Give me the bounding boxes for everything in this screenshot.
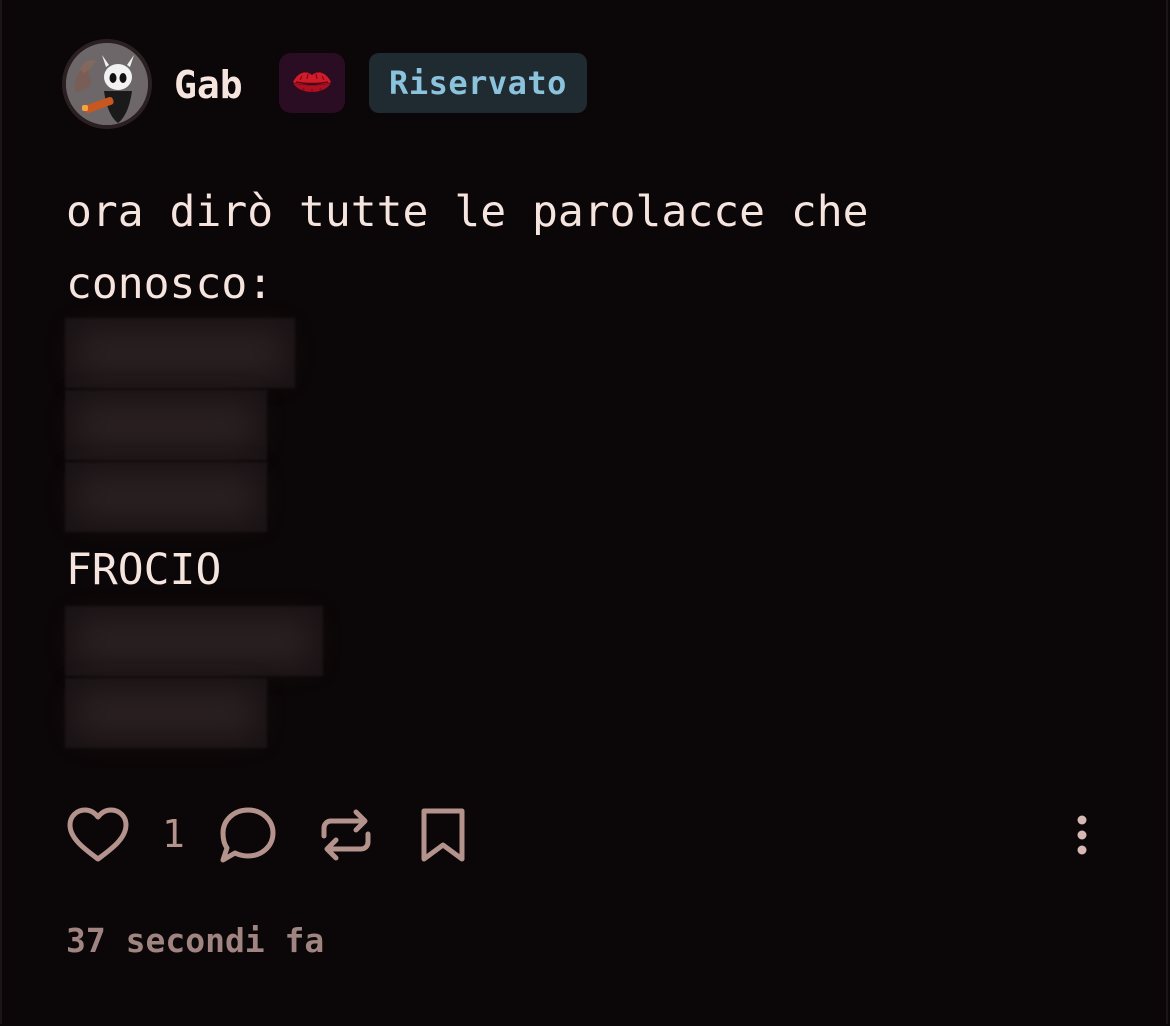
post-text: ora dirò tutte le parolacce che conosco: bbox=[66, 187, 869, 309]
username[interactable]: Gab bbox=[174, 60, 243, 110]
timestamp: 37 secondi fa bbox=[66, 921, 325, 960]
like-count: 1 bbox=[162, 812, 185, 856]
kiss-mark-icon bbox=[279, 53, 345, 113]
status-badge: Riservato bbox=[369, 53, 587, 113]
spoiler-block[interactable] bbox=[65, 678, 267, 748]
spoiler-block[interactable] bbox=[65, 606, 323, 676]
bookmark-icon bbox=[421, 808, 465, 862]
avatar[interactable] bbox=[66, 43, 148, 125]
repost-button[interactable] bbox=[318, 800, 374, 870]
repost-icon bbox=[321, 809, 371, 861]
like-button[interactable] bbox=[66, 800, 132, 870]
hollow-knight-avatar-icon bbox=[66, 43, 148, 125]
comment-button[interactable] bbox=[218, 800, 278, 870]
comment-icon bbox=[220, 807, 276, 863]
more-vertical-icon bbox=[1077, 815, 1087, 855]
post-word: FROCIO bbox=[66, 545, 222, 595]
spoiler-block[interactable] bbox=[65, 462, 267, 532]
bookmark-button[interactable] bbox=[418, 800, 468, 870]
post-card: Gab Riservato ora dirò tutte le parolacc… bbox=[0, 0, 1168, 1024]
heart-icon bbox=[67, 807, 129, 862]
spoiler-block[interactable] bbox=[65, 390, 267, 460]
more-options-button[interactable] bbox=[1066, 800, 1098, 870]
spoiler-block[interactable] bbox=[65, 318, 295, 388]
